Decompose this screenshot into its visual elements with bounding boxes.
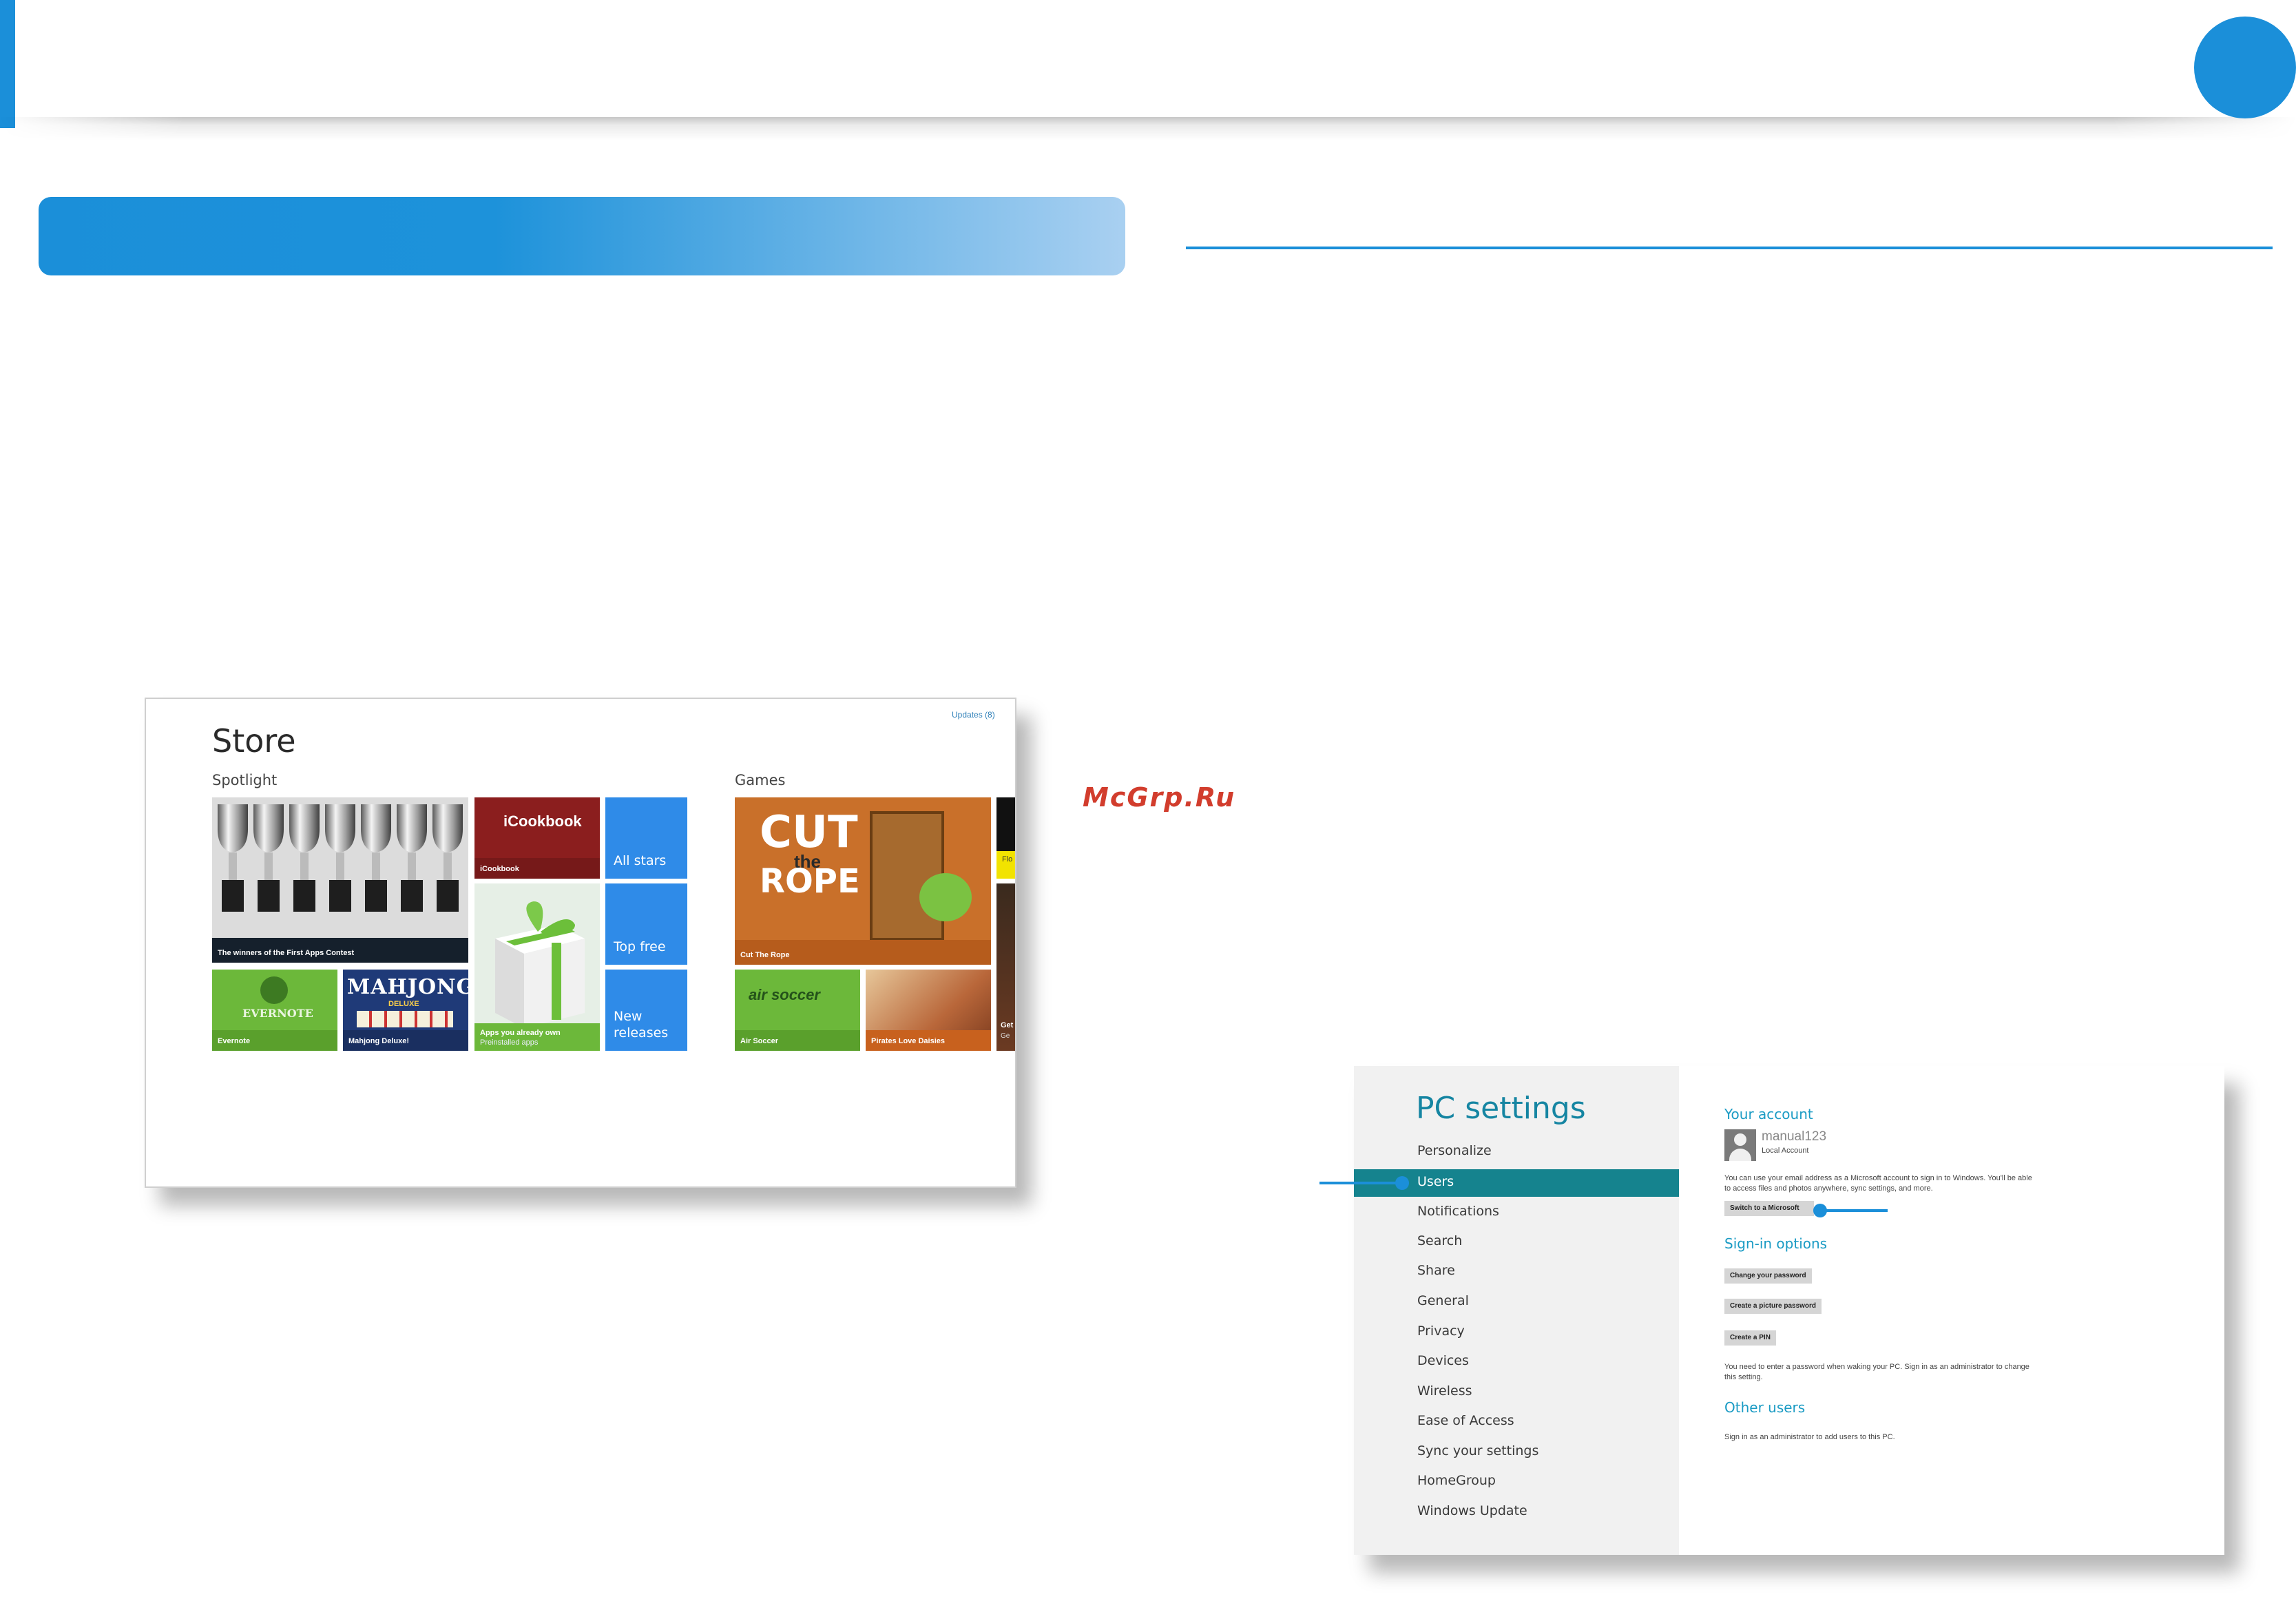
nav-item-share[interactable]: Share xyxy=(1417,1263,1455,1278)
mahjong-tiles-image xyxy=(357,1011,453,1027)
tile-caption: Apps you already own xyxy=(480,1029,561,1037)
page-number-badge xyxy=(2194,17,2296,118)
account-description-line1: You can use your email address as a Micr… xyxy=(1724,1174,2032,1182)
cut-the-rope-logo-line3: ROPE xyxy=(760,862,860,901)
callout-line-users xyxy=(1319,1182,1408,1184)
sign-in-note-line2: this setting. xyxy=(1724,1373,1763,1381)
tile-label: All stars xyxy=(614,853,667,868)
nav-item-homegroup[interactable]: HomeGroup xyxy=(1417,1473,1496,1488)
nav-item-search[interactable]: Search xyxy=(1417,1233,1462,1248)
nav-item-users[interactable]: Users xyxy=(1417,1174,1454,1189)
icookbook-logo: iCookbook xyxy=(503,813,582,830)
picture-password-button[interactable]: Create a picture password xyxy=(1724,1299,1822,1314)
header-divider-shadow xyxy=(0,117,2296,140)
tile-new-releases[interactable]: New releases xyxy=(605,970,687,1051)
tile-air-soccer[interactable]: air soccer Air Soccer xyxy=(735,970,860,1051)
tile-caption: Air Soccer xyxy=(740,1037,779,1045)
tile-caption: The winners of the First Apps Contest xyxy=(218,949,355,957)
tile-caption: Cut The Rope xyxy=(740,951,790,959)
callout-line-switch xyxy=(1820,1209,1888,1212)
tile-caption: Evernote xyxy=(218,1037,251,1045)
tile-top-free[interactable]: Top free xyxy=(605,883,687,965)
tile-label-line2: releases xyxy=(614,1025,669,1040)
tile-pirates-love-daisies[interactable]: Pirates Love Daisies xyxy=(866,970,991,1051)
tile-label: Top free xyxy=(614,939,666,954)
pc-settings-screenshot: PC settings Personalize Users Notificati… xyxy=(1354,1066,2224,1555)
account-username: manual123 xyxy=(1762,1129,1827,1144)
nav-item-personalize[interactable]: Personalize xyxy=(1417,1143,1492,1158)
account-type: Local Account xyxy=(1762,1147,1809,1155)
account-description-line2: to access files and photos anywhere, syn… xyxy=(1724,1184,1933,1193)
switch-microsoft-account-button[interactable]: Switch to a Microsoft xyxy=(1724,1201,1814,1216)
games-group-label: Games xyxy=(735,772,786,788)
spotlight-group-label: Spotlight xyxy=(212,772,278,788)
store-title: Store xyxy=(212,722,296,760)
nav-item-wireless[interactable]: Wireless xyxy=(1417,1383,1472,1399)
section-title-banner xyxy=(39,197,1125,275)
tile-evernote[interactable]: EVERNOTE Evernote xyxy=(212,970,337,1051)
cut-the-rope-logo-line1: CUT xyxy=(760,807,858,858)
tile-partial-bottom[interactable]: Get Ge xyxy=(996,883,1015,1051)
evernote-logo: EVERNOTE xyxy=(242,1007,313,1020)
nav-item-sync-settings[interactable]: Sync your settings xyxy=(1417,1443,1538,1458)
tile-partial-label: Flo xyxy=(1002,855,1013,864)
om-nom-character xyxy=(919,873,972,921)
callout-dot-users xyxy=(1395,1176,1409,1190)
other-users-note: Sign in as an administrator to add users… xyxy=(1724,1433,1895,1441)
sign-in-note-line1: You need to enter a password when waking… xyxy=(1724,1363,2029,1371)
pc-settings-title: PC settings xyxy=(1416,1091,1586,1126)
tile-caption: Pirates Love Daisies xyxy=(871,1037,946,1045)
mahjong-sub-logo: DELUXE xyxy=(388,1000,419,1008)
your-account-heading: Your account xyxy=(1724,1106,1813,1122)
tile-caption: iCookbook xyxy=(480,865,519,873)
nav-item-devices[interactable]: Devices xyxy=(1417,1353,1469,1368)
store-screenshot: Store Updates (8) Spotlight Games The wi… xyxy=(145,698,1016,1188)
tile-icookbook[interactable]: iCookbook iCookbook xyxy=(474,797,600,879)
tile-all-stars[interactable]: All stars xyxy=(605,797,687,879)
nav-item-privacy[interactable]: Privacy xyxy=(1417,1323,1465,1339)
tile-partial-top[interactable]: Flo xyxy=(996,797,1015,879)
air-soccer-logo: air soccer xyxy=(749,986,820,1003)
nav-item-ease-of-access[interactable]: Ease of Access xyxy=(1417,1413,1514,1428)
tile-cut-the-rope[interactable]: CUT the ROPE Cut The Rope xyxy=(735,797,991,965)
create-pin-button[interactable]: Create a PIN xyxy=(1724,1330,1776,1346)
tile-subcaption: Preinstalled apps xyxy=(480,1038,539,1047)
nav-item-notifications[interactable]: Notifications xyxy=(1417,1204,1499,1219)
tile-mahjong[interactable]: MAHJONG DELUXE Mahjong Deluxe! xyxy=(343,970,468,1051)
updates-link[interactable]: Updates (8) xyxy=(952,710,995,720)
mahjong-logo: MAHJONG xyxy=(347,975,468,999)
user-avatar-icon xyxy=(1724,1129,1756,1161)
page-edge-accent xyxy=(0,0,15,128)
tile-apps-contest[interactable]: The winners of the First Apps Contest xyxy=(212,797,468,963)
other-users-heading: Other users xyxy=(1724,1399,1806,1416)
tile-apps-owned[interactable]: Apps you already own Preinstalled apps xyxy=(474,883,600,1051)
nav-item-general[interactable]: General xyxy=(1417,1293,1469,1308)
settings-nav-pane xyxy=(1354,1066,1679,1555)
tile-partial-label: Get xyxy=(1001,1021,1014,1029)
tile-label-line1: New xyxy=(614,1009,643,1024)
nav-item-windows-update[interactable]: Windows Update xyxy=(1417,1503,1527,1518)
tile-partial-sublabel: Ge xyxy=(1001,1032,1010,1040)
tile-caption: Mahjong Deluxe! xyxy=(348,1037,410,1045)
change-password-button[interactable]: Change your password xyxy=(1724,1268,1812,1284)
section-rule xyxy=(1186,247,2273,249)
evernote-elephant-icon xyxy=(260,976,288,1004)
sign-in-options-heading: Sign-in options xyxy=(1724,1235,1828,1252)
watermark: McGrp.Ru xyxy=(1083,782,1236,813)
